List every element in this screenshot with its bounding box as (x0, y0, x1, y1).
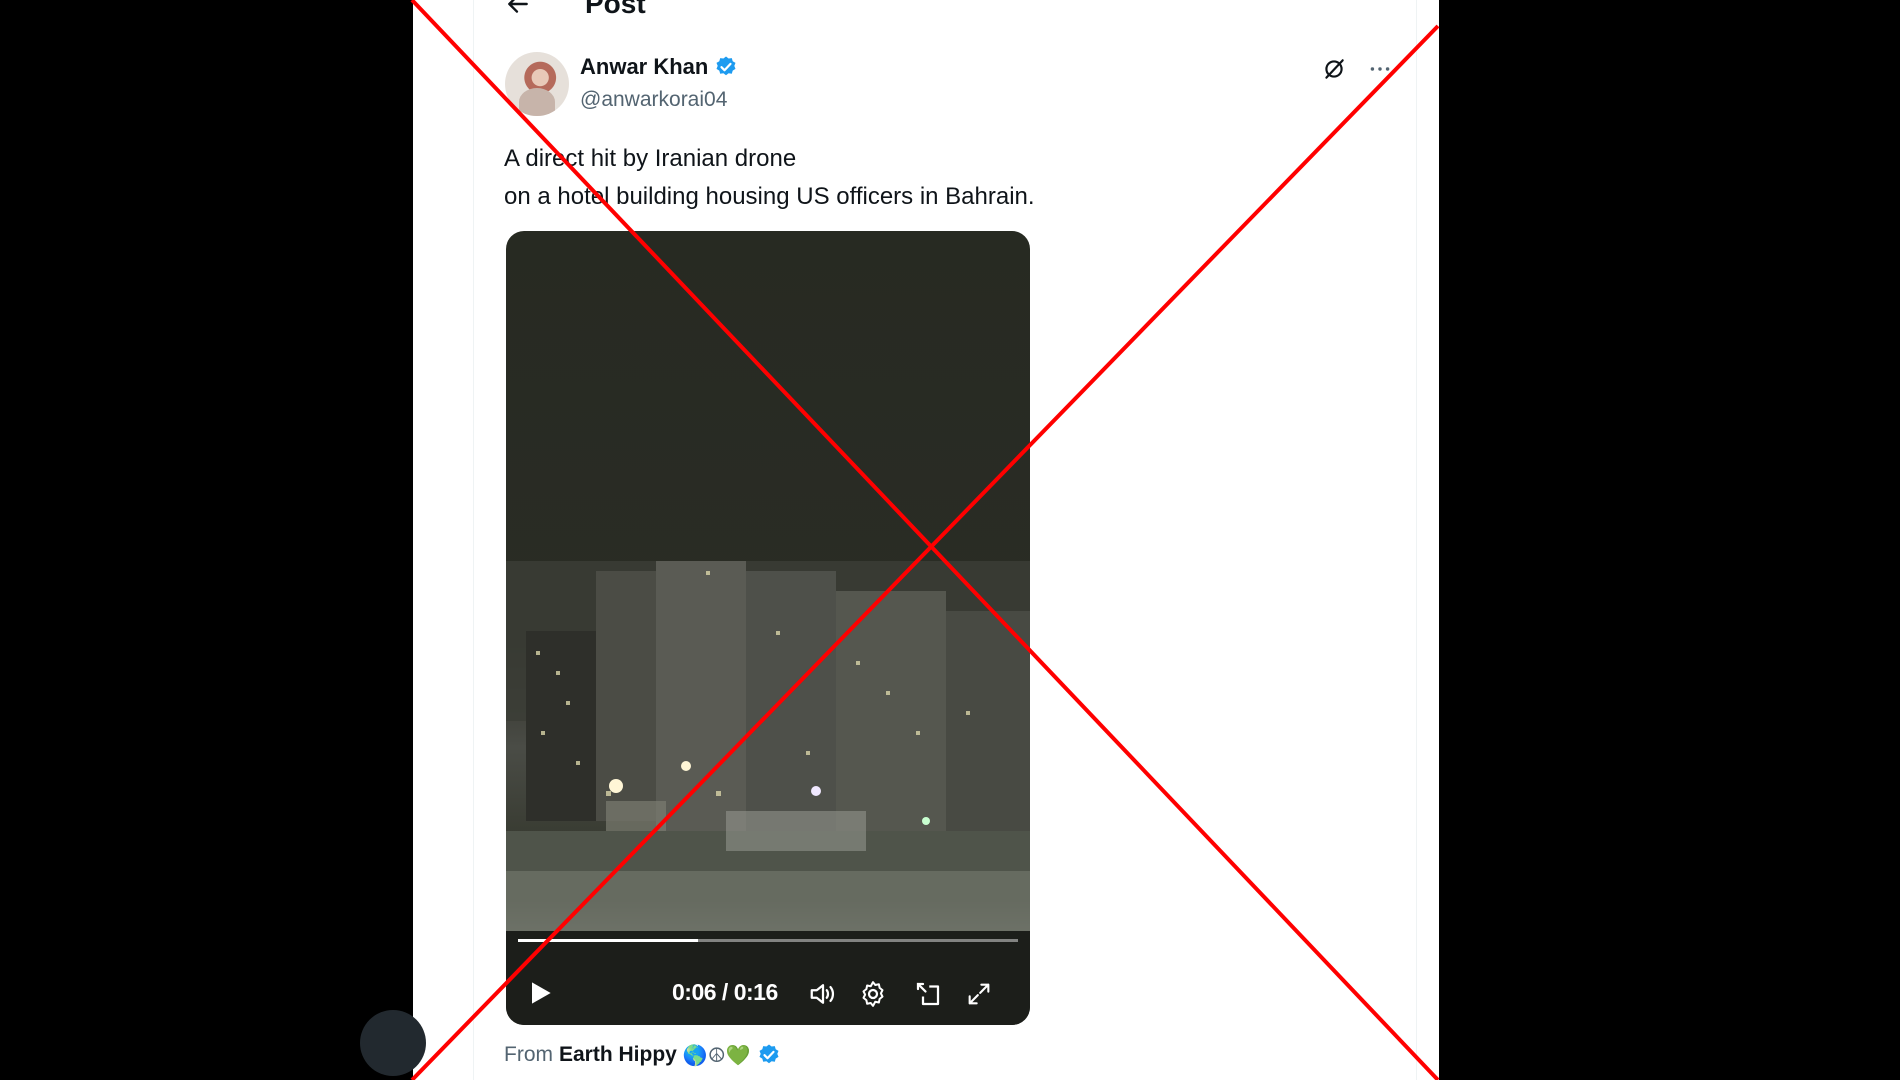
author-name[interactable]: Anwar Khan (580, 54, 708, 80)
video-attribution: From Earth Hippy 🌎☮💚 (504, 1043, 781, 1067)
volume-icon[interactable] (806, 977, 840, 1011)
post-text: A direct hit by Iranian drone on a hotel… (504, 145, 1035, 210)
column-divider-left (473, 0, 474, 1080)
video-progress-fill (518, 939, 698, 942)
verified-badge-icon (759, 1044, 779, 1064)
settings-gear-icon[interactable] (856, 977, 890, 1011)
attribution-prefix: From (504, 1043, 553, 1066)
avatar[interactable] (505, 52, 569, 116)
video-controls: 0:06 / 0:16 (506, 969, 1030, 1019)
grok-icon[interactable] (1319, 54, 1349, 84)
attribution-emojis: 🌎☮💚 (682, 1043, 751, 1067)
page-title: Post (585, 0, 646, 19)
post-top-actions (1319, 54, 1395, 84)
column-divider-right (1416, 0, 1417, 1080)
video-time-label: 0:06 / 0:16 (672, 979, 778, 1005)
video-frame-image (506, 561, 1030, 1025)
author-handle[interactable]: @anwarkorai04 (580, 88, 727, 112)
play-icon[interactable] (524, 977, 556, 1009)
post-panel: Post Anwar Khan @anwarkorai04 A direct h… (413, 0, 1439, 1080)
author-name-row: Anwar Khan (580, 54, 738, 80)
picture-in-picture-icon[interactable] (911, 977, 945, 1011)
video-player[interactable]: 0:06 / 0:16 (506, 231, 1030, 1025)
more-options-icon[interactable] (1365, 54, 1395, 84)
back-arrow-icon[interactable] (503, 0, 533, 19)
floating-action-button[interactable] (360, 1010, 426, 1076)
attribution-source-name[interactable]: Earth Hippy (559, 1043, 677, 1067)
post-header: Post (503, 0, 646, 24)
verified-badge-icon (716, 56, 736, 76)
fullscreen-icon[interactable] (962, 977, 996, 1011)
